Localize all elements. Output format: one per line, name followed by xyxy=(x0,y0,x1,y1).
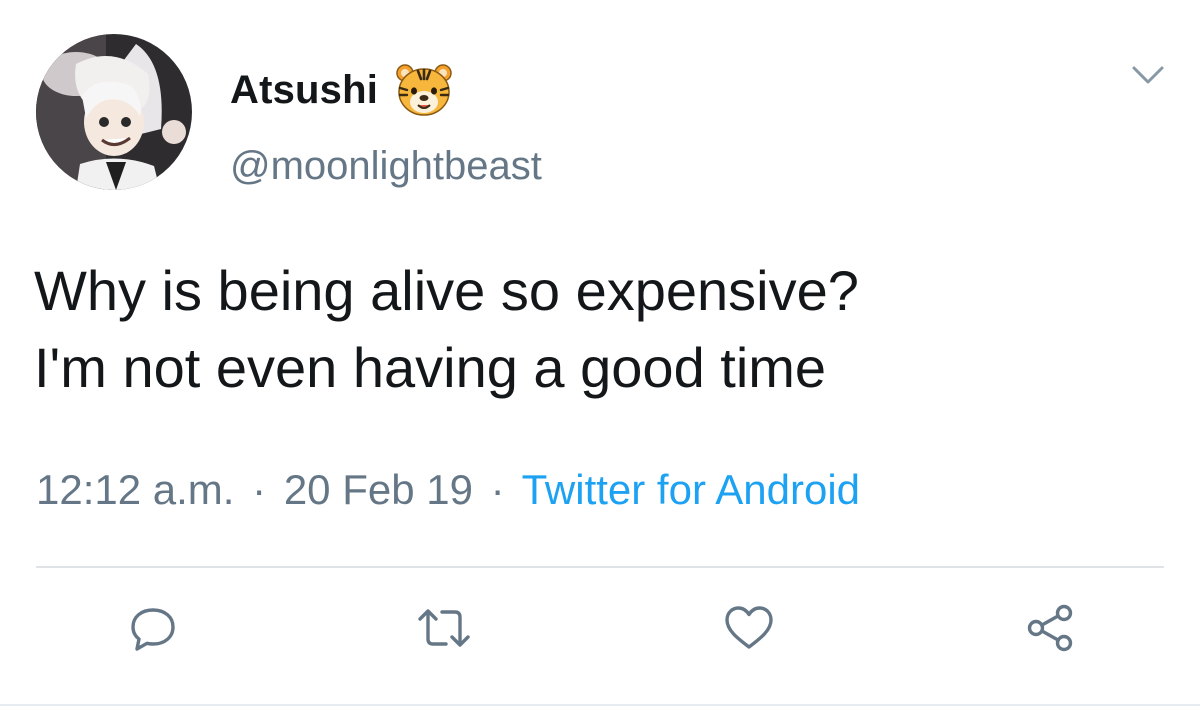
share-icon xyxy=(1027,604,1073,652)
tweet-card: Atsushi @moonlightbeast Why is being ali… xyxy=(0,0,1200,720)
display-name[interactable]: Atsushi xyxy=(230,68,378,113)
tweet-source-link[interactable]: Twitter for Android xyxy=(522,466,860,513)
reply-button[interactable] xyxy=(123,600,183,656)
tweet-text: Why is being alive so expensive? I'm not… xyxy=(34,252,1174,406)
retweet-button[interactable] xyxy=(414,600,474,656)
meta-separator: · xyxy=(252,466,267,513)
meta-separator: · xyxy=(490,466,505,513)
tweet-text-line: Why is being alive so expensive? xyxy=(34,259,859,322)
avatar-image xyxy=(36,34,192,190)
tiger-face-icon xyxy=(394,62,454,118)
tweet-text-line: I'm not even having a good time xyxy=(34,336,827,399)
retweet-icon xyxy=(418,609,470,647)
avatar[interactable] xyxy=(36,34,192,190)
reply-icon xyxy=(131,608,175,651)
tweet-time: 12:12 a.m. xyxy=(36,466,235,513)
share-button[interactable] xyxy=(1020,600,1080,656)
chevron-down-icon[interactable] xyxy=(1128,60,1168,90)
user-handle[interactable]: @moonlightbeast xyxy=(230,144,542,189)
tweet-meta: 12:12 a.m. · 20 Feb 19 · Twitter for And… xyxy=(36,466,860,514)
bottom-divider xyxy=(0,704,1200,706)
name-row: Atsushi xyxy=(230,62,454,118)
like-icon xyxy=(725,606,773,649)
tweet-date: 20 Feb 19 xyxy=(283,466,473,513)
divider xyxy=(36,566,1164,568)
like-button[interactable] xyxy=(719,600,779,656)
